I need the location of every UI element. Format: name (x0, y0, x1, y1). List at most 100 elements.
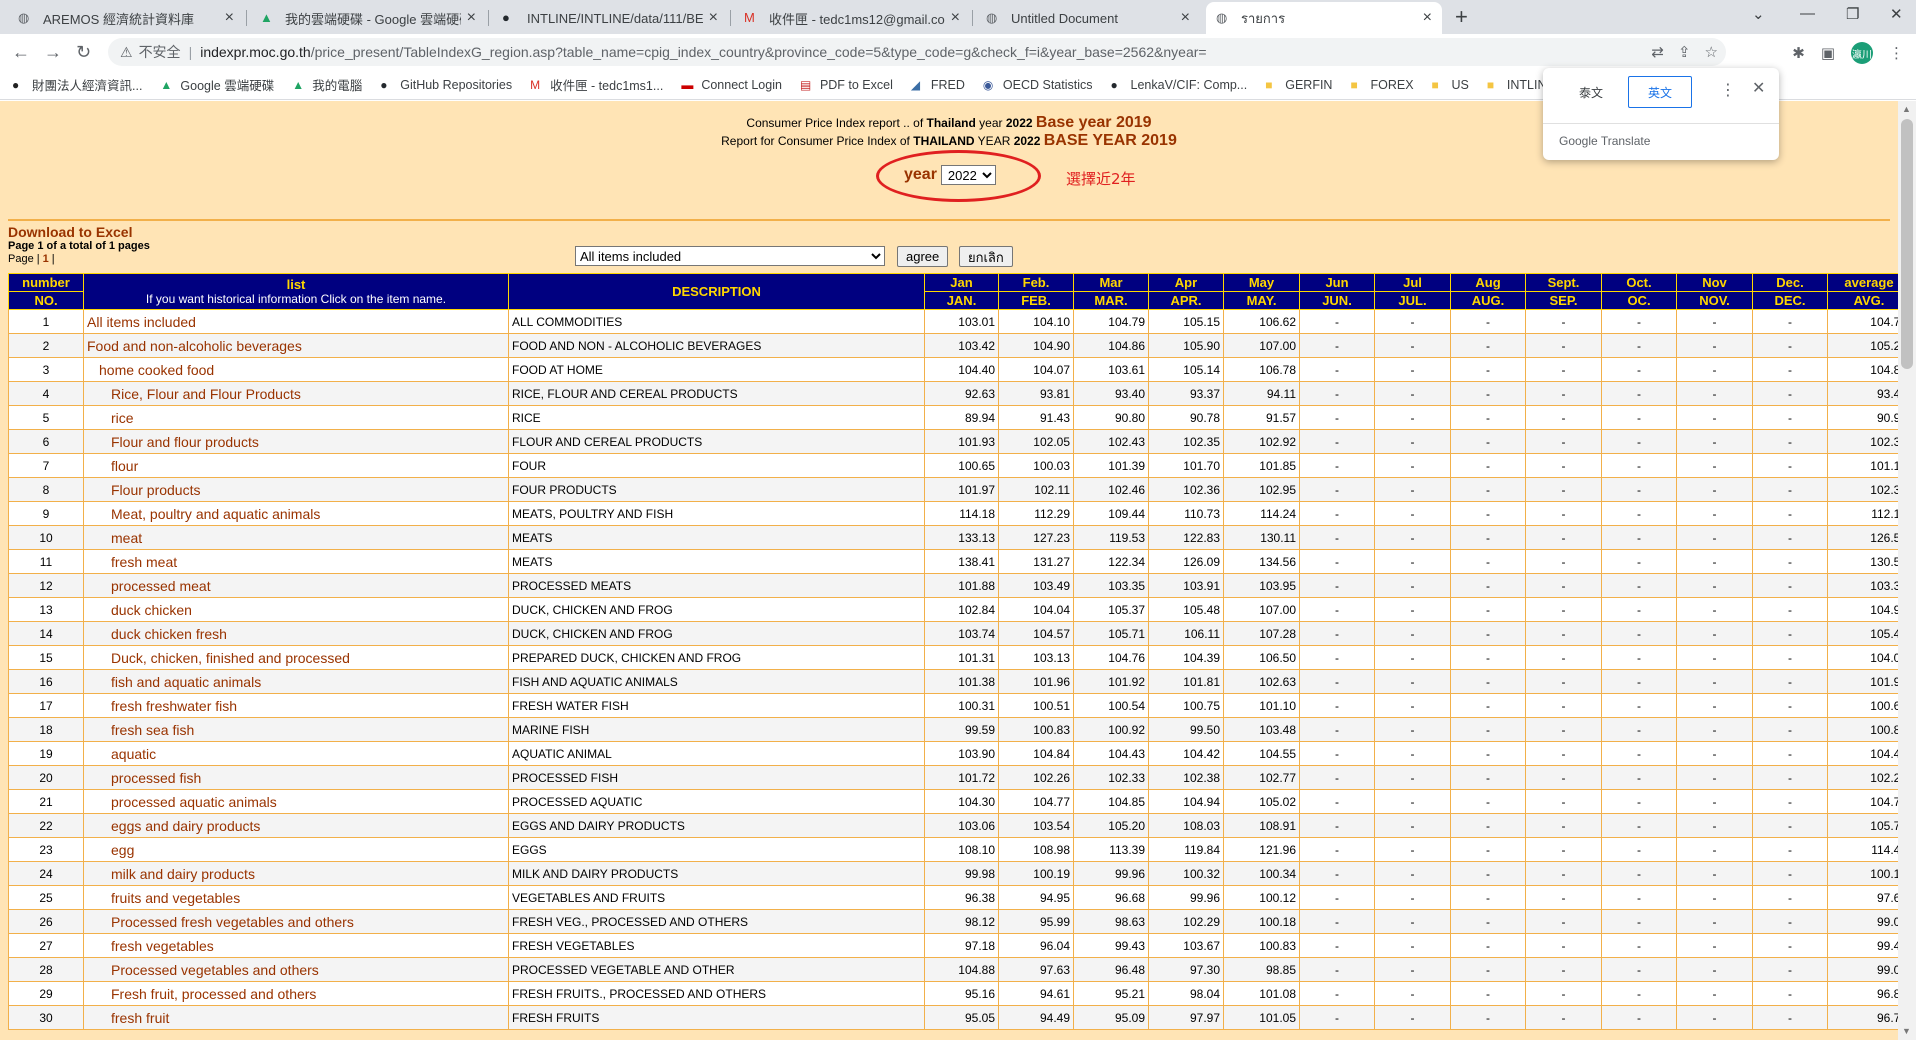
address-bar[interactable]: ⚠ 不安全 | indexpr.moc.go.th /price_present… (108, 38, 1726, 66)
item-filter-select[interactable]: All items included (575, 246, 885, 266)
browser-tab[interactable]: ◍ Untitled Document × (976, 2, 1200, 34)
reload-button[interactable]: ↻ (76, 42, 91, 63)
item-link[interactable]: Duck, chicken, finished and processed (87, 650, 350, 666)
item-link[interactable]: aquatic (87, 746, 156, 762)
item-link[interactable]: Meat, poultry and aquatic animals (87, 506, 320, 522)
tab-close-icon[interactable]: × (225, 9, 234, 27)
item-link[interactable]: flour (87, 458, 138, 474)
bookmark-item[interactable]: ■ US (1432, 78, 1469, 92)
browser-tab[interactable]: ● INTLINE/INTLINE/data/111/BE × (492, 2, 728, 34)
month-value: 102.43 (1073, 429, 1149, 454)
item-link[interactable]: fresh sea fish (87, 722, 194, 738)
item-link[interactable]: Food and non-alcoholic beverages (87, 338, 302, 354)
item-link[interactable]: Fresh fruit, processed and others (87, 986, 316, 1002)
item-link[interactable]: Flour and flour products (87, 434, 259, 450)
item-link[interactable]: rice (87, 410, 134, 426)
item-link[interactable]: eggs and dairy products (87, 818, 260, 834)
extensions-icon[interactable]: ✱ (1792, 44, 1805, 62)
browser-tab[interactable]: ◍ รายการ × (1206, 2, 1442, 34)
item-link[interactable]: duck chicken fresh (87, 626, 227, 642)
average-value: 102.37 (1827, 477, 1898, 502)
item-link[interactable]: Flour products (87, 482, 200, 498)
page-link-1[interactable]: 1 (43, 253, 49, 265)
item-link[interactable]: fresh meat (87, 554, 177, 570)
scroll-up-icon[interactable]: ▲ (1902, 104, 1911, 114)
item-link[interactable]: egg (87, 842, 134, 858)
item-link[interactable]: fresh vegetables (87, 938, 214, 954)
scrollbar-thumb[interactable] (1901, 119, 1913, 369)
bookmark-item[interactable]: ■ FOREX (1350, 78, 1413, 92)
item-link[interactable]: processed aquatic animals (87, 794, 277, 810)
bookmark-item[interactable]: ▬ Connect Login (681, 78, 782, 92)
item-link[interactable]: fresh fruit (87, 1010, 169, 1026)
side-panel-icon[interactable]: ▣ (1821, 44, 1835, 62)
translate-menu-icon[interactable]: ⋮ (1720, 80, 1736, 100)
new-tab-button[interactable]: + (1455, 4, 1468, 30)
bookmark-star-icon[interactable]: ☆ (1705, 43, 1718, 61)
tab-close-icon[interactable]: × (709, 9, 718, 27)
month-value: 104.39 (1148, 645, 1224, 670)
tab-close-icon[interactable]: × (951, 9, 960, 27)
item-link[interactable]: home cooked food (87, 362, 214, 378)
bookmark-item[interactable]: ■ INTLIN (1487, 78, 1547, 92)
menu-icon[interactable]: ⋮ (1889, 44, 1904, 62)
item-link[interactable]: duck chicken (87, 602, 192, 618)
header-list-title: list (286, 277, 306, 292)
item-link[interactable]: Rice, Flour and Flour Products (87, 386, 301, 402)
item-link[interactable]: All items included (87, 314, 196, 330)
item-link[interactable]: Processed fresh vegetables and others (87, 914, 354, 930)
share-icon[interactable]: ⇪ (1678, 43, 1691, 61)
minimize-button[interactable]: — (1800, 5, 1815, 22)
month-value: 105.14 (1148, 357, 1224, 382)
lang-thai-button[interactable]: 泰文 (1559, 76, 1623, 108)
browser-tab[interactable]: ◍ AREMOS 經濟統計資料庫 × (8, 2, 244, 34)
description-cell: FOUR (508, 453, 925, 478)
download-excel-link[interactable]: Download to Excel (8, 224, 132, 240)
item-link[interactable]: Processed vegetables and others (87, 962, 319, 978)
item-link[interactable]: fresh freshwater fish (87, 698, 237, 714)
scroll-down-icon[interactable]: ▼ (1902, 1026, 1911, 1036)
tab-close-icon[interactable]: × (467, 9, 476, 27)
bookmark-item[interactable]: M 收件匣 - tedc1ms1... (530, 75, 663, 94)
item-link[interactable]: fish and aquatic animals (87, 674, 261, 690)
bookmark-item[interactable]: ◉ OECD Statistics (983, 78, 1093, 92)
tab-close-icon[interactable]: × (1423, 9, 1432, 27)
gmail-icon: M (744, 10, 755, 25)
bookmark-item[interactable]: ▲ Google 雲端硬碟 (160, 75, 274, 94)
bookmark-item[interactable]: ● LenkaV/CIF: Comp... (1111, 78, 1248, 92)
bookmark-item[interactable]: ▤ PDF to Excel (800, 78, 893, 92)
browser-tab[interactable]: ▲ 我的雲端硬碟 - Google 雲端硬碟 × (250, 2, 486, 34)
bookmark-item[interactable]: ● 財團法人經濟資訊... (12, 75, 142, 94)
close-icon[interactable]: ✕ (1752, 78, 1765, 98)
month-value: 105.15 (1148, 309, 1224, 334)
profile-avatar[interactable]: 瀛川 (1851, 42, 1873, 64)
bookmark-item[interactable]: ● GitHub Repositories (380, 78, 512, 92)
folder-icon: ■ (1350, 77, 1358, 92)
average-value: 104.80 (1827, 357, 1898, 382)
item-link[interactable]: milk and dairy products (87, 866, 255, 882)
translate-icon[interactable]: ⇄ (1651, 43, 1664, 61)
tab-close-icon[interactable]: × (1181, 9, 1190, 27)
lang-english-button[interactable]: 英文 (1628, 76, 1692, 108)
tab-search-icon[interactable]: ⌄ (1752, 5, 1765, 23)
browser-tab[interactable]: M 收件匣 - tedc1ms12@gmail.com × (734, 2, 970, 34)
month-empty: - (1299, 741, 1375, 766)
agree-button[interactable]: agree (897, 246, 949, 267)
page-scrollbar[interactable]: ▲ ▼ (1898, 101, 1916, 1040)
month-value: 99.96 (1148, 885, 1224, 910)
cancel-button[interactable]: ยกเลิก (959, 246, 1013, 267)
item-link[interactable]: processed fish (87, 770, 201, 786)
item-link[interactable]: fruits and vegetables (87, 890, 240, 906)
warning-icon[interactable]: ⚠ (120, 44, 133, 61)
bookmark-item[interactable]: ▲ 我的電腦 (292, 75, 362, 94)
month-value: 102.38 (1148, 765, 1224, 790)
average-value: 100.86 (1827, 717, 1898, 742)
close-window-button[interactable]: ✕ (1890, 5, 1903, 23)
restore-button[interactable]: ❐ (1846, 5, 1859, 23)
bookmark-item[interactable]: ■ GERFIN (1265, 78, 1332, 92)
item-link[interactable]: processed meat (87, 578, 211, 594)
back-button[interactable]: ← (12, 42, 30, 63)
forward-button[interactable]: → (44, 42, 62, 63)
item-link[interactable]: meat (87, 530, 142, 546)
bookmark-item[interactable]: ◢ FRED (911, 78, 965, 92)
